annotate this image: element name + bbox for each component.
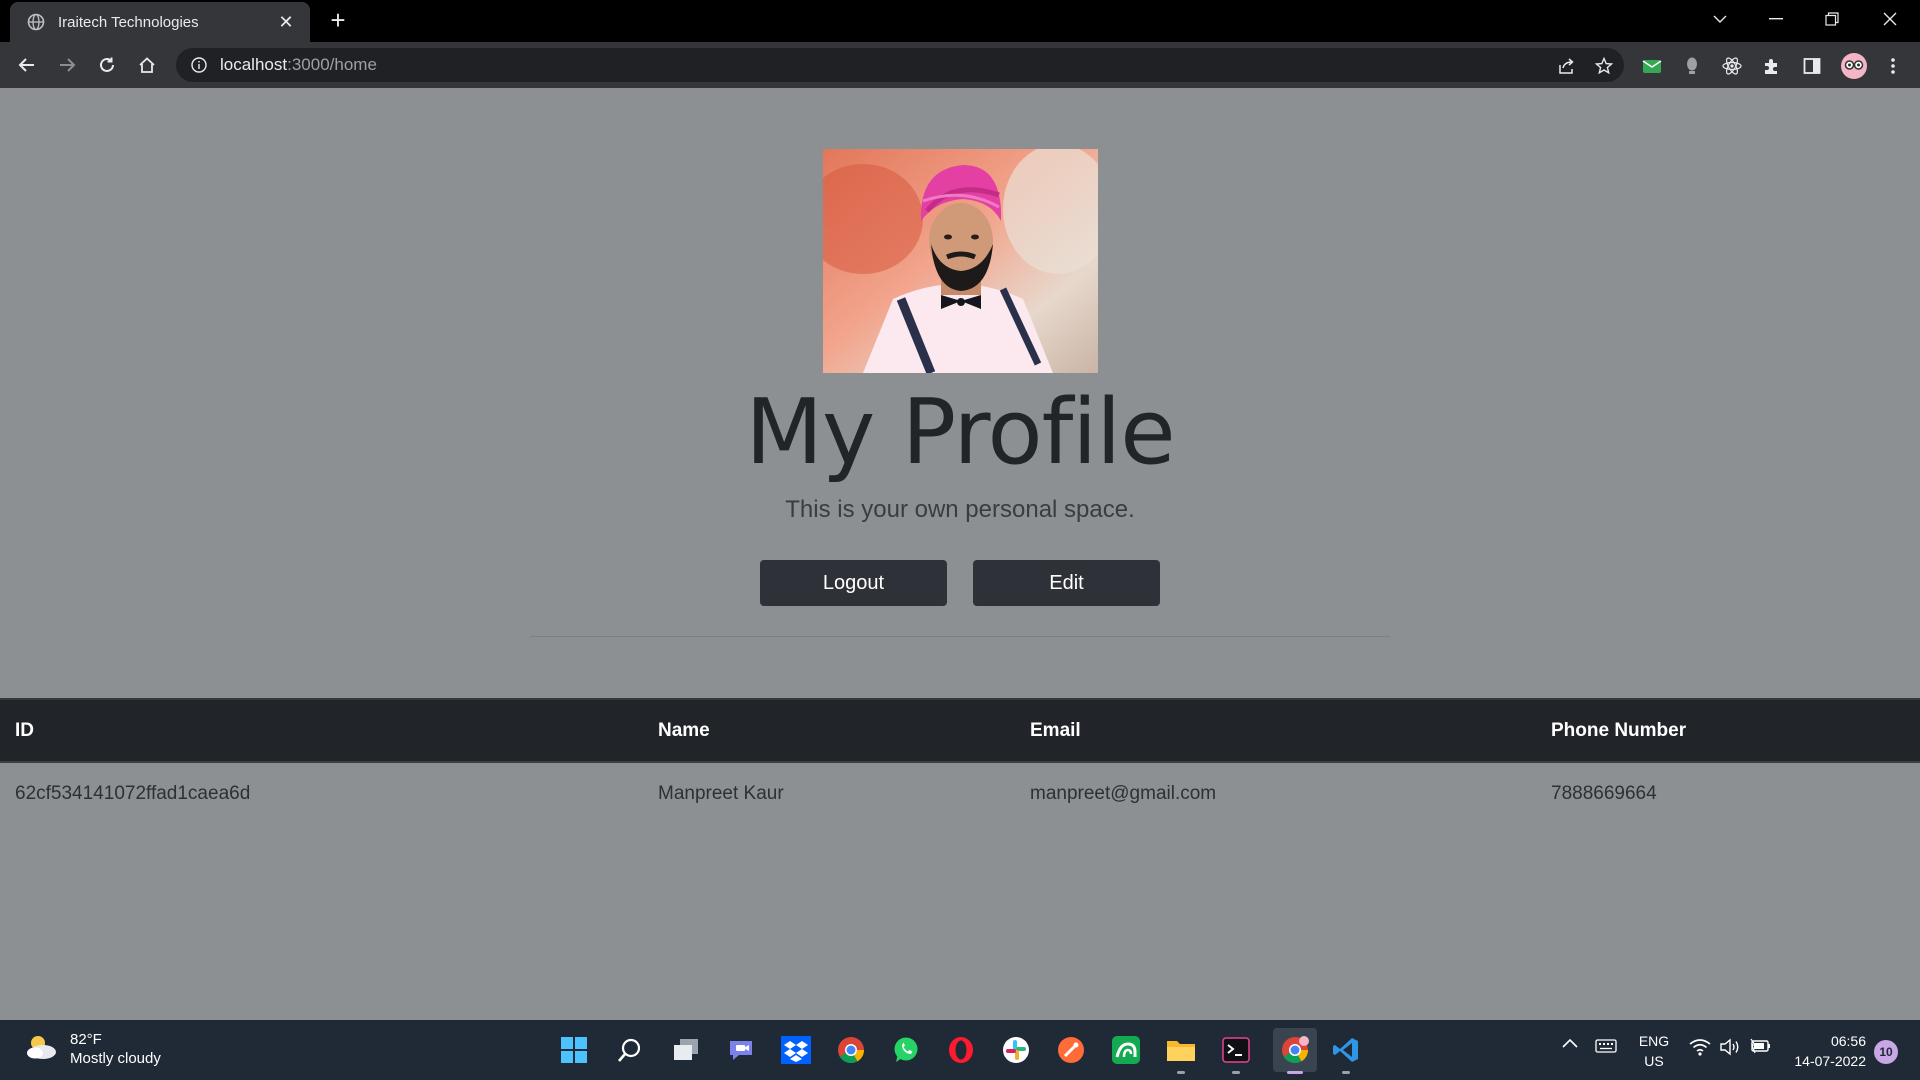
page-subtitle: This is your own personal space. — [785, 496, 1135, 523]
clock-time: 06:56 — [1830, 1033, 1866, 1049]
close-tab-icon[interactable]: ✕ — [276, 12, 296, 33]
cell-name: Manpreet Kaur — [658, 782, 784, 804]
running-indicator — [1342, 1071, 1350, 1074]
browser-tab-strip: Iraitech Technologies ✕ + — [0, 0, 1920, 42]
region-code: US — [1644, 1053, 1664, 1069]
table-row: 62cf534141072ffad1caea6d Manpreet Kaur m… — [0, 762, 1920, 824]
logout-button[interactable]: Logout — [760, 560, 947, 606]
user-table: ID Name Email Phone Number 62cf534141072… — [0, 698, 1920, 824]
profile-photo — [823, 149, 1098, 373]
back-icon[interactable] — [11, 49, 43, 81]
new-tab-button[interactable]: + — [324, 6, 352, 34]
table-header-row: ID Name Email Phone Number — [0, 698, 1920, 763]
opera-icon[interactable] — [943, 1032, 979, 1068]
notification-badge[interactable]: 10 — [1874, 1040, 1898, 1064]
forward-icon[interactable] — [51, 49, 83, 81]
edit-button[interactable]: Edit — [973, 560, 1160, 606]
weather-temperature: 82°F — [70, 1031, 102, 1048]
tab-search-icon[interactable] — [1692, 0, 1748, 38]
address-bar[interactable]: localhost:3000/home — [176, 48, 1624, 82]
cell-id: 62cf534141072ffad1caea6d — [15, 782, 251, 804]
minimize-icon[interactable] — [1748, 0, 1804, 38]
running-indicator — [1177, 1071, 1185, 1074]
column-header-id: ID — [0, 698, 643, 763]
site-info-icon[interactable] — [190, 56, 208, 74]
slack-icon[interactable] — [998, 1032, 1034, 1068]
page-title: My Profile — [745, 380, 1175, 485]
browser-tab[interactable]: Iraitech Technologies ✕ — [10, 2, 310, 42]
profile-avatar-icon[interactable] — [1840, 52, 1868, 80]
url-path: :3000/home — [287, 55, 377, 74]
windows-taskbar: 82°F Mostly cloudy ENG US 06:56 14-07-20… — [0, 1020, 1920, 1080]
volume-icon[interactable] — [1718, 1038, 1742, 1056]
wifi-icon[interactable] — [1688, 1038, 1712, 1056]
chevron-up-icon[interactable] — [1560, 1038, 1580, 1048]
browser-menu-icon[interactable] — [1882, 55, 1904, 77]
reload-icon[interactable] — [91, 49, 123, 81]
windows-start-icon[interactable] — [556, 1032, 592, 1068]
postman-icon[interactable] — [1053, 1032, 1089, 1068]
extensions-puzzle-icon[interactable] — [1761, 55, 1783, 77]
chrome-active-icon[interactable] — [1273, 1028, 1317, 1074]
share-icon[interactable] — [1556, 56, 1576, 76]
column-header-name: Name — [643, 698, 1015, 763]
bookmark-star-icon[interactable] — [1594, 56, 1614, 76]
close-window-icon[interactable] — [1862, 0, 1918, 38]
whatsapp-icon[interactable] — [888, 1032, 924, 1068]
mongodb-compass-icon[interactable] — [1108, 1032, 1144, 1068]
running-indicator — [1232, 1071, 1240, 1074]
chrome-icon[interactable] — [833, 1032, 869, 1068]
cloudy-weather-icon — [24, 1033, 58, 1066]
extension-mail-icon[interactable] — [1641, 55, 1663, 77]
globe-icon — [26, 12, 46, 32]
file-explorer-icon[interactable] — [1163, 1032, 1199, 1074]
home-icon[interactable] — [131, 49, 163, 81]
task-view-icon[interactable] — [668, 1032, 704, 1068]
dropbox-icon[interactable] — [778, 1032, 814, 1068]
battery-icon[interactable] — [1748, 1038, 1772, 1054]
language-indicator[interactable]: ENG US — [1636, 1031, 1672, 1071]
terminal-icon[interactable] — [1218, 1032, 1254, 1074]
tab-title: Iraitech Technologies — [58, 13, 199, 31]
system-clock[interactable]: 06:56 14-07-2022 — [1786, 1031, 1866, 1071]
side-panel-icon[interactable] — [1801, 55, 1823, 77]
language-code: ENG — [1638, 1033, 1670, 1049]
cell-phone: 7888669664 — [1551, 782, 1657, 804]
section-divider — [530, 636, 1390, 637]
active-indicator — [1287, 1071, 1303, 1074]
keyboard-icon[interactable] — [1594, 1038, 1618, 1054]
page-content: My Profile This is your own personal spa… — [0, 88, 1920, 1020]
react-devtools-icon[interactable] — [1721, 55, 1743, 77]
weather-condition: Mostly cloudy — [70, 1050, 161, 1067]
url-host: localhost — [220, 55, 288, 74]
search-icon[interactable] — [612, 1032, 648, 1068]
column-header-email: Email — [1015, 698, 1536, 763]
weather-widget[interactable]: 82°F Mostly cloudy — [24, 1030, 161, 1068]
column-header-phone: Phone Number — [1536, 698, 1920, 763]
browser-toolbar: localhost:3000/home — [0, 42, 1920, 88]
vscode-icon[interactable] — [1328, 1032, 1364, 1074]
restore-icon[interactable] — [1804, 0, 1860, 38]
extension-lamp-icon[interactable] — [1681, 55, 1703, 77]
teams-chat-icon[interactable] — [723, 1032, 759, 1068]
cell-email: manpreet@gmail.com — [1030, 782, 1217, 804]
clock-date: 14-07-2022 — [1794, 1053, 1866, 1069]
